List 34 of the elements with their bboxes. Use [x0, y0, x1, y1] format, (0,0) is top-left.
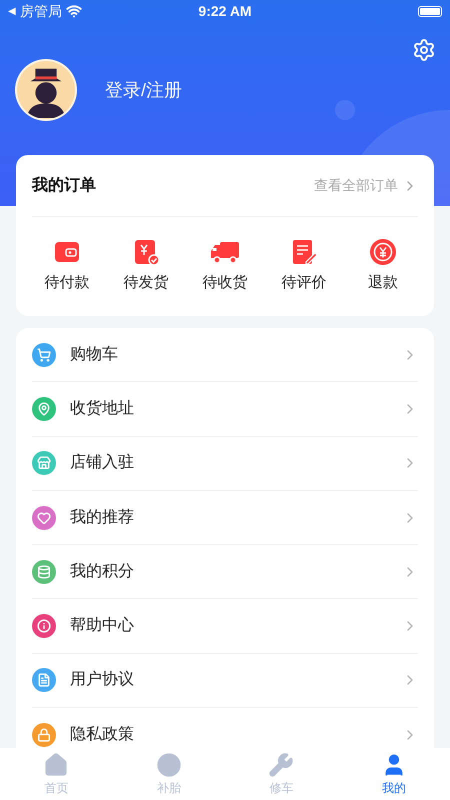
order-status-button[interactable]: 待评价 [269, 238, 339, 295]
order-status-button[interactable]: 待发货 [111, 238, 181, 295]
orders-title: 我的订单 [32, 176, 97, 196]
menu-item[interactable]: 我的推荐 [32, 490, 418, 546]
home-icon [43, 752, 70, 778]
menu-item[interactable]: 购物车 [32, 328, 418, 382]
settings-icon[interactable] [412, 38, 436, 62]
document-pen-icon [290, 238, 318, 266]
menu-label: 隐私政策 [70, 724, 135, 745]
wifi-icon [66, 3, 82, 19]
menu-label: 我的积分 [70, 562, 135, 582]
menu-label: 帮助中心 [70, 616, 135, 636]
wrench-icon [268, 752, 294, 778]
menu-label: 收货地址 [70, 398, 135, 419]
login-register-link[interactable]: 登录/注册 [105, 76, 182, 104]
battery-icon [418, 6, 442, 16]
menu-item[interactable]: 我的积分 [32, 545, 418, 600]
menu-label: 购物车 [70, 344, 119, 365]
order-status-button[interactable]: 待收货 [190, 238, 260, 295]
back-arrow[interactable]: ◀ [8, 4, 16, 18]
order-status-button[interactable]: 退款 [348, 238, 418, 295]
tab[interactable]: 我的 [338, 748, 450, 800]
menu-label: 我的推荐 [70, 508, 135, 528]
status-time: 9:22 AM [198, 2, 252, 20]
carrier-name: 房管局 [20, 2, 62, 20]
refund-icon [369, 238, 397, 266]
menu-item[interactable]: 帮助中心 [32, 599, 418, 654]
menu-item[interactable]: 收货地址 [32, 382, 418, 437]
menu-item[interactable]: 用户协议 [32, 654, 418, 708]
menu-label: 用户协议 [70, 670, 135, 690]
menu-item[interactable]: 店铺入驻 [32, 436, 418, 491]
receipt-icon [132, 238, 160, 266]
order-status-button[interactable]: 待付款 [32, 238, 102, 295]
menu-label: 店铺入驻 [70, 452, 135, 474]
